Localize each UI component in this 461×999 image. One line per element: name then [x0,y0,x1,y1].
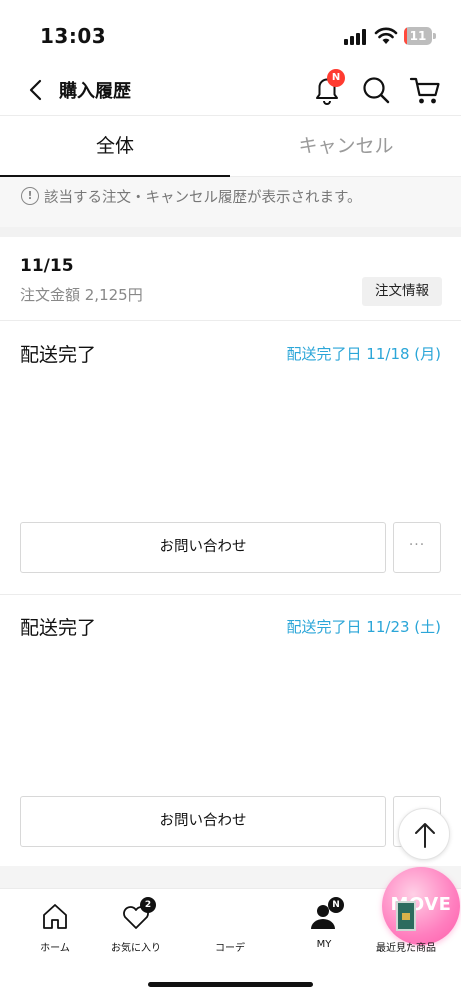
tabbar-coordinate[interactable]: MOVE コーデ [191,867,460,954]
header: 購入履歴 N [0,68,461,114]
order-date: 11/15 [20,256,74,276]
notification-badge: N [327,69,345,87]
tabbar-home[interactable]: ホーム [15,901,95,954]
scroll-top-button[interactable] [398,808,450,860]
tabbar-my[interactable]: N MY [284,897,364,950]
favorites-badge: 2 [140,897,156,913]
info-icon: ! [21,187,39,205]
my-badge: N [328,897,344,913]
delivery-status: 配送完了 [20,617,97,639]
cart-icon [409,77,440,104]
wifi-icon [374,27,398,45]
person-icon: N [308,897,344,933]
tab-cancel[interactable]: キャンセル [231,116,461,177]
tabbar-label: 最近見た商品 [376,943,436,954]
status-bar: 13:03 11 [0,0,461,68]
page-title: 購入履歴 [59,81,131,102]
cart-button[interactable] [408,74,442,106]
inquiry-button[interactable]: お問い合わせ [20,522,386,573]
order-amount: 注文金額 2,125円 [20,286,143,304]
battery-icon: 11 [404,27,436,45]
chevron-left-icon [29,79,42,101]
delivery-status: 配送完了 [20,344,97,366]
notice-text: 該当する注文・キャンセル履歴が表示されます。 [44,190,362,206]
order-info-button[interactable]: 注文情報 [362,277,442,306]
tab-all[interactable]: 全体 [0,116,230,177]
tabbar-label: コーデ [215,943,245,954]
arrow-up-icon [415,823,435,848]
delivery-item: 配送完了 配送完了日 11/23 (土) お問い合わせ ··· [0,595,461,866]
tabbar-label: ホーム [40,943,70,954]
back-button[interactable] [22,76,50,104]
search-icon [363,77,390,104]
order-header: 11/15 注文金額 2,125円 注文情報 [0,238,461,321]
signal-icon [344,29,368,45]
inquiry-button[interactable]: お問い合わせ [20,796,386,847]
battery-level: 11 [409,29,427,43]
notification-button[interactable]: N [310,69,345,106]
tabbar-label: お気に入り [111,943,161,954]
status-time: 13:03 [40,24,107,48]
heart-icon: 2 [120,897,156,933]
tabbar-favorites[interactable]: 2 お気に入り [96,897,176,954]
order-tabs: 全体 キャンセル [0,115,461,177]
tabbar-label: MY [316,939,332,950]
tabbar-recent[interactable]: 最近見た商品 [366,901,446,954]
delivery-date: 配送完了日 11/23 (土) [286,618,441,636]
more-options-button[interactable]: ··· [393,522,441,573]
delivery-date: 配送完了日 11/18 (月) [286,345,441,363]
notice-banner: ! 該当する注文・キャンセル履歴が表示されます。 [0,177,461,237]
delivery-item: 配送完了 配送完了日 11/18 (月) お問い合わせ ··· [0,322,461,594]
home-indicator [148,982,313,987]
recent-item-thumbnail [390,901,422,933]
search-button[interactable] [360,74,392,106]
home-icon [39,901,71,933]
